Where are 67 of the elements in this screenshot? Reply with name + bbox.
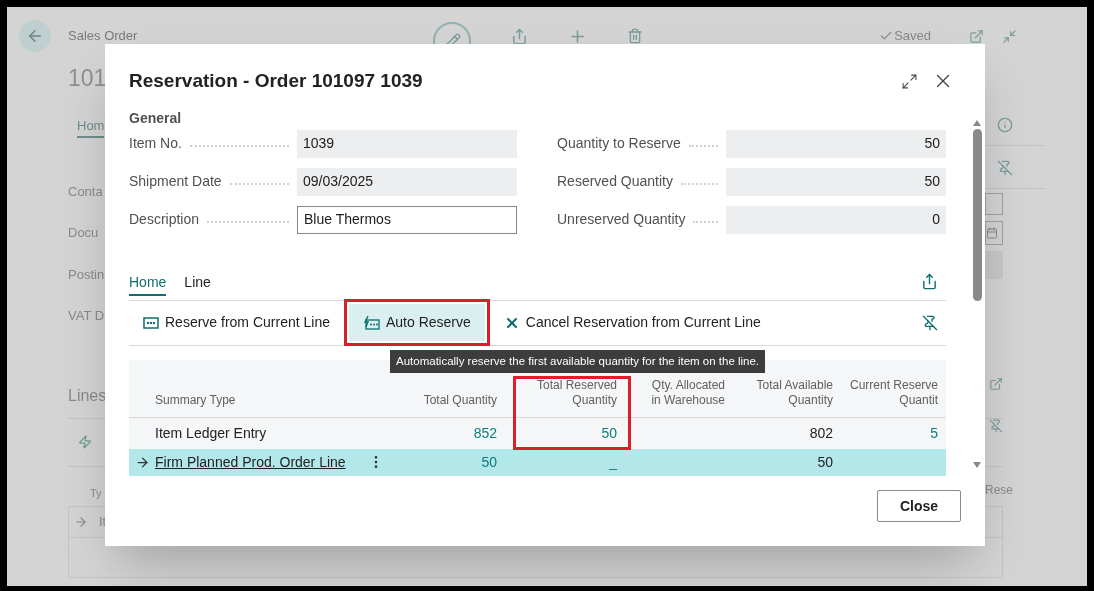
read-only-field[interactable]: 50 [726, 167, 946, 196]
saved-status: Saved [894, 27, 931, 46]
delete-icon[interactable] [627, 28, 644, 44]
table-cell-text: 852 [473, 423, 497, 443]
info-icon[interactable] [997, 117, 1013, 133]
field-label: VAT D [68, 307, 105, 325]
share-icon[interactable] [921, 272, 938, 290]
field-label: Shipment Date [129, 172, 222, 191]
column-header: Total Quantity [423, 392, 497, 408]
auto-reserve-icon [362, 315, 380, 330]
field-label: Conta [68, 182, 103, 201]
dialog-title: Reservation - Order 101097 1039 [129, 69, 424, 93]
collapse-icon[interactable] [1002, 28, 1017, 44]
tab[interactable]: Line [184, 271, 211, 296]
back-button[interactable] [19, 20, 51, 52]
action-button[interactable]: Cancel Reservation from Current Line [489, 304, 775, 341]
field-label: Item No. [129, 134, 182, 153]
field-label: Postin [68, 265, 105, 284]
tooltip: Automatically reserve the first available quantity for the item on the line. [390, 349, 766, 373]
column-header: Ty [90, 486, 102, 501]
page-title: 101 [68, 67, 107, 90]
column-header: Current Reserve Quantit [849, 377, 938, 408]
field-label: Quantity to Reserve [557, 134, 681, 153]
tab[interactable]: Home [129, 271, 167, 296]
read-only-field[interactable] [985, 251, 1003, 279]
field-label: Reserved Quantity [557, 172, 673, 191]
reserve-icon [143, 316, 159, 329]
read-only-field[interactable]: 50 [726, 129, 946, 158]
close-button[interactable]: Close [877, 490, 961, 522]
calendar-icon[interactable] [986, 227, 998, 239]
table-cell-text: 50 [481, 452, 497, 472]
check-icon [879, 29, 894, 43]
column-header: Total Available Quantity [756, 377, 833, 408]
table-cell-text: 802 [809, 423, 833, 443]
read-only-field[interactable]: 0 [726, 205, 946, 234]
section-title: Lines [68, 385, 107, 406]
column-header: Total Reserved Quantity [536, 377, 617, 408]
table-cell-text: 50 [817, 452, 833, 472]
scroll-down-icon[interactable] [973, 462, 981, 468]
table-row[interactable]: Firm Planned Prod. Order Line 50 _ 50 [129, 448, 946, 476]
row-arrow-icon [134, 454, 150, 470]
open-in-new-icon[interactable] [969, 28, 984, 44]
expand-icon[interactable] [901, 72, 918, 90]
lightning-icon[interactable] [78, 435, 92, 449]
unpin-icon[interactable] [922, 314, 938, 331]
read-only-field[interactable]: 09/03/2025 [297, 167, 517, 196]
table-cell-text: 50 [601, 423, 617, 443]
back-icon [26, 27, 44, 45]
table-cell-text: _ [609, 452, 617, 472]
column-header: Summary Type [155, 392, 236, 408]
table-cell[interactable]: Firm Planned Prod. Order Line [155, 451, 346, 473]
column-header: Rese [985, 482, 1013, 499]
share-icon[interactable] [511, 27, 529, 45]
action-button[interactable]: Reserve from Current Line [129, 304, 344, 341]
table-cell-text: 5 [930, 423, 938, 443]
breadcrumb: Sales Order [68, 27, 138, 46]
input-field[interactable]: Blue Thermos [297, 205, 517, 234]
open-in-new-icon[interactable] [989, 377, 1003, 391]
field-label: Docu [68, 224, 99, 242]
table-cell-text: Item Ledger Entry [155, 423, 267, 443]
read-only-field[interactable]: 1039 [297, 129, 517, 158]
column-header: Qty. Allocated in Warehouse [651, 377, 725, 408]
group-title: General [129, 108, 183, 127]
scroll-up-icon[interactable] [973, 120, 981, 126]
field-label: Description [129, 210, 200, 229]
date-field[interactable] [985, 193, 1003, 215]
field-label: Unreserved Quantity [557, 210, 686, 229]
